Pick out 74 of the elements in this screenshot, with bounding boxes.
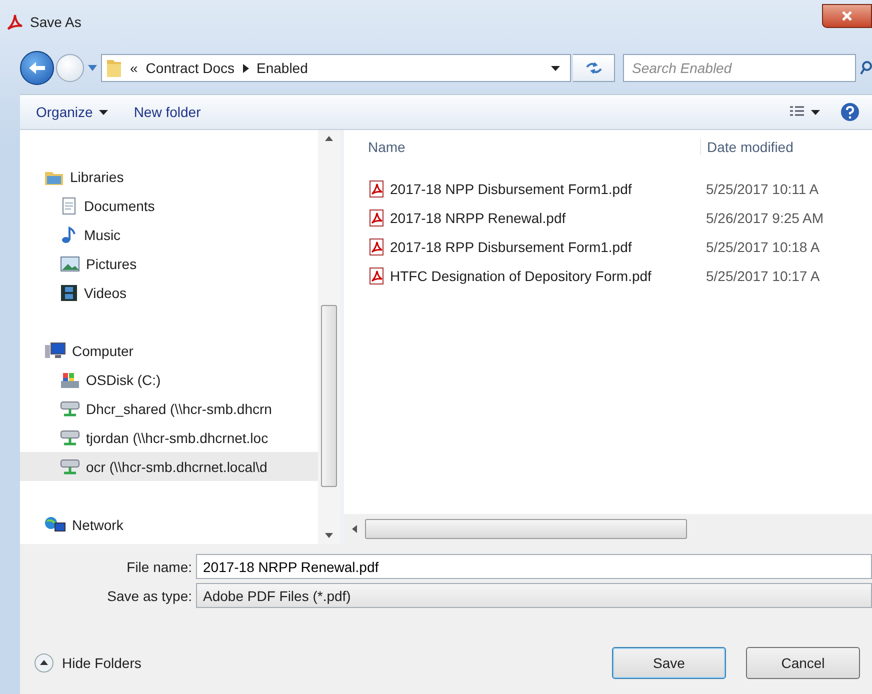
scroll-down-icon[interactable] [325,533,333,538]
caret-icon [811,110,820,114]
nav-item[interactable]: ocr (\\hcr-smb.dhcrnet.local\d [20,452,318,481]
computer-icon [44,342,66,360]
nav-item[interactable]: Videos [20,278,318,307]
network-drive-icon [60,400,80,418]
search-icon [860,60,872,76]
nav-item[interactable]: Pictures [20,249,318,278]
caret-icon [88,65,97,71]
nav-item[interactable]: tjordan (\\hcr-smb.dhcrnet.loc [20,423,318,452]
file-name[interactable]: 2017-18 RPP Disbursement Form1.pdf [344,238,700,256]
nav-item[interactable]: Documents [20,191,318,220]
help-icon [840,102,860,122]
nav-item[interactable]: Libraries [20,162,318,191]
nav-item[interactable]: Dhcr_shared (\\hcr-smb.dhcrn [20,394,318,423]
scroll-up-icon[interactable] [325,136,333,141]
folder-icon [106,58,122,78]
drive-icon [60,370,80,388]
separator-arrow-icon [242,64,248,72]
nav-item[interactable]: Network [20,510,318,539]
window-title: Save As [30,14,82,30]
collapse-icon [34,653,54,673]
network-drive-icon [60,428,80,446]
breadcrumb[interactable]: Enabled [256,60,308,76]
search-field[interactable]: Search Enabled [623,54,856,82]
new-folder-button[interactable]: New folder [128,100,207,124]
list-view-icon [789,105,805,119]
address-bar[interactable]: « Contract Docs Enabled [101,54,571,82]
date-modified: 5/25/2017 10:18 A [705,238,820,254]
scroll-left-icon[interactable] [352,525,357,533]
column-header[interactable]: Name [344,139,700,155]
history-dropdown[interactable] [86,65,99,71]
network-icon [44,516,66,534]
close-icon [841,10,853,22]
file-name-field[interactable]: 2017-18 NRPP Renewal.pdf [196,554,872,579]
date-modified: 5/26/2017 9:25 AM [705,210,824,226]
horizontal-scrollbar[interactable] [344,514,872,544]
nav-item[interactable]: Computer [20,336,318,365]
pdf-file-icon [368,238,386,256]
document-icon [60,196,78,214]
hide-folders-button[interactable]: Hide Folders [34,653,142,673]
file-name[interactable]: 2017-18 NPP Disbursement Form1.pdf [344,180,700,198]
save-type-dropdown[interactable]: Adobe PDF Files (*.pdf) [196,583,872,608]
organize-menu[interactable]: Organize [30,100,114,124]
caret-icon [98,110,108,114]
back-arrow-icon [27,60,47,76]
pdf-file-icon [368,266,386,284]
field-label: Save as type: [106,588,193,604]
network-drive-icon [60,458,80,476]
refresh-button[interactable] [573,54,615,82]
nav-item[interactable]: Music [20,220,318,249]
field-label: File name: [126,558,193,574]
overflow-chevron[interactable]: « [130,60,138,76]
refresh-icon [584,61,602,75]
dialog-button[interactable]: Save [612,647,726,679]
date-modified: 5/25/2017 10:17 A [705,268,820,284]
dropdown-caret-icon [551,66,560,70]
help-button[interactable] [840,102,860,122]
music-note-icon [60,226,78,244]
dialog-button[interactable]: Cancel [746,647,860,679]
file-name[interactable]: 2017-18 NRPP Renewal.pdf [344,208,700,226]
vertical-scrollbar[interactable] [318,130,340,544]
film-icon [60,284,78,302]
breadcrumb[interactable]: Contract Docs [146,60,234,76]
pdf-file-icon [368,180,386,198]
pdf-app-icon [6,13,24,31]
date-modified: 5/25/2017 10:11 A [705,180,819,196]
back-button[interactable] [20,51,54,85]
column-header[interactable]: Date modified [700,139,794,155]
picture-icon [60,256,80,272]
file-name[interactable]: HTFC Designation of Depository Form.pdf [344,266,700,284]
nav-item[interactable]: OSDisk (C:) [20,365,318,394]
close-button[interactable] [822,4,872,28]
pdf-file-icon [368,208,386,226]
